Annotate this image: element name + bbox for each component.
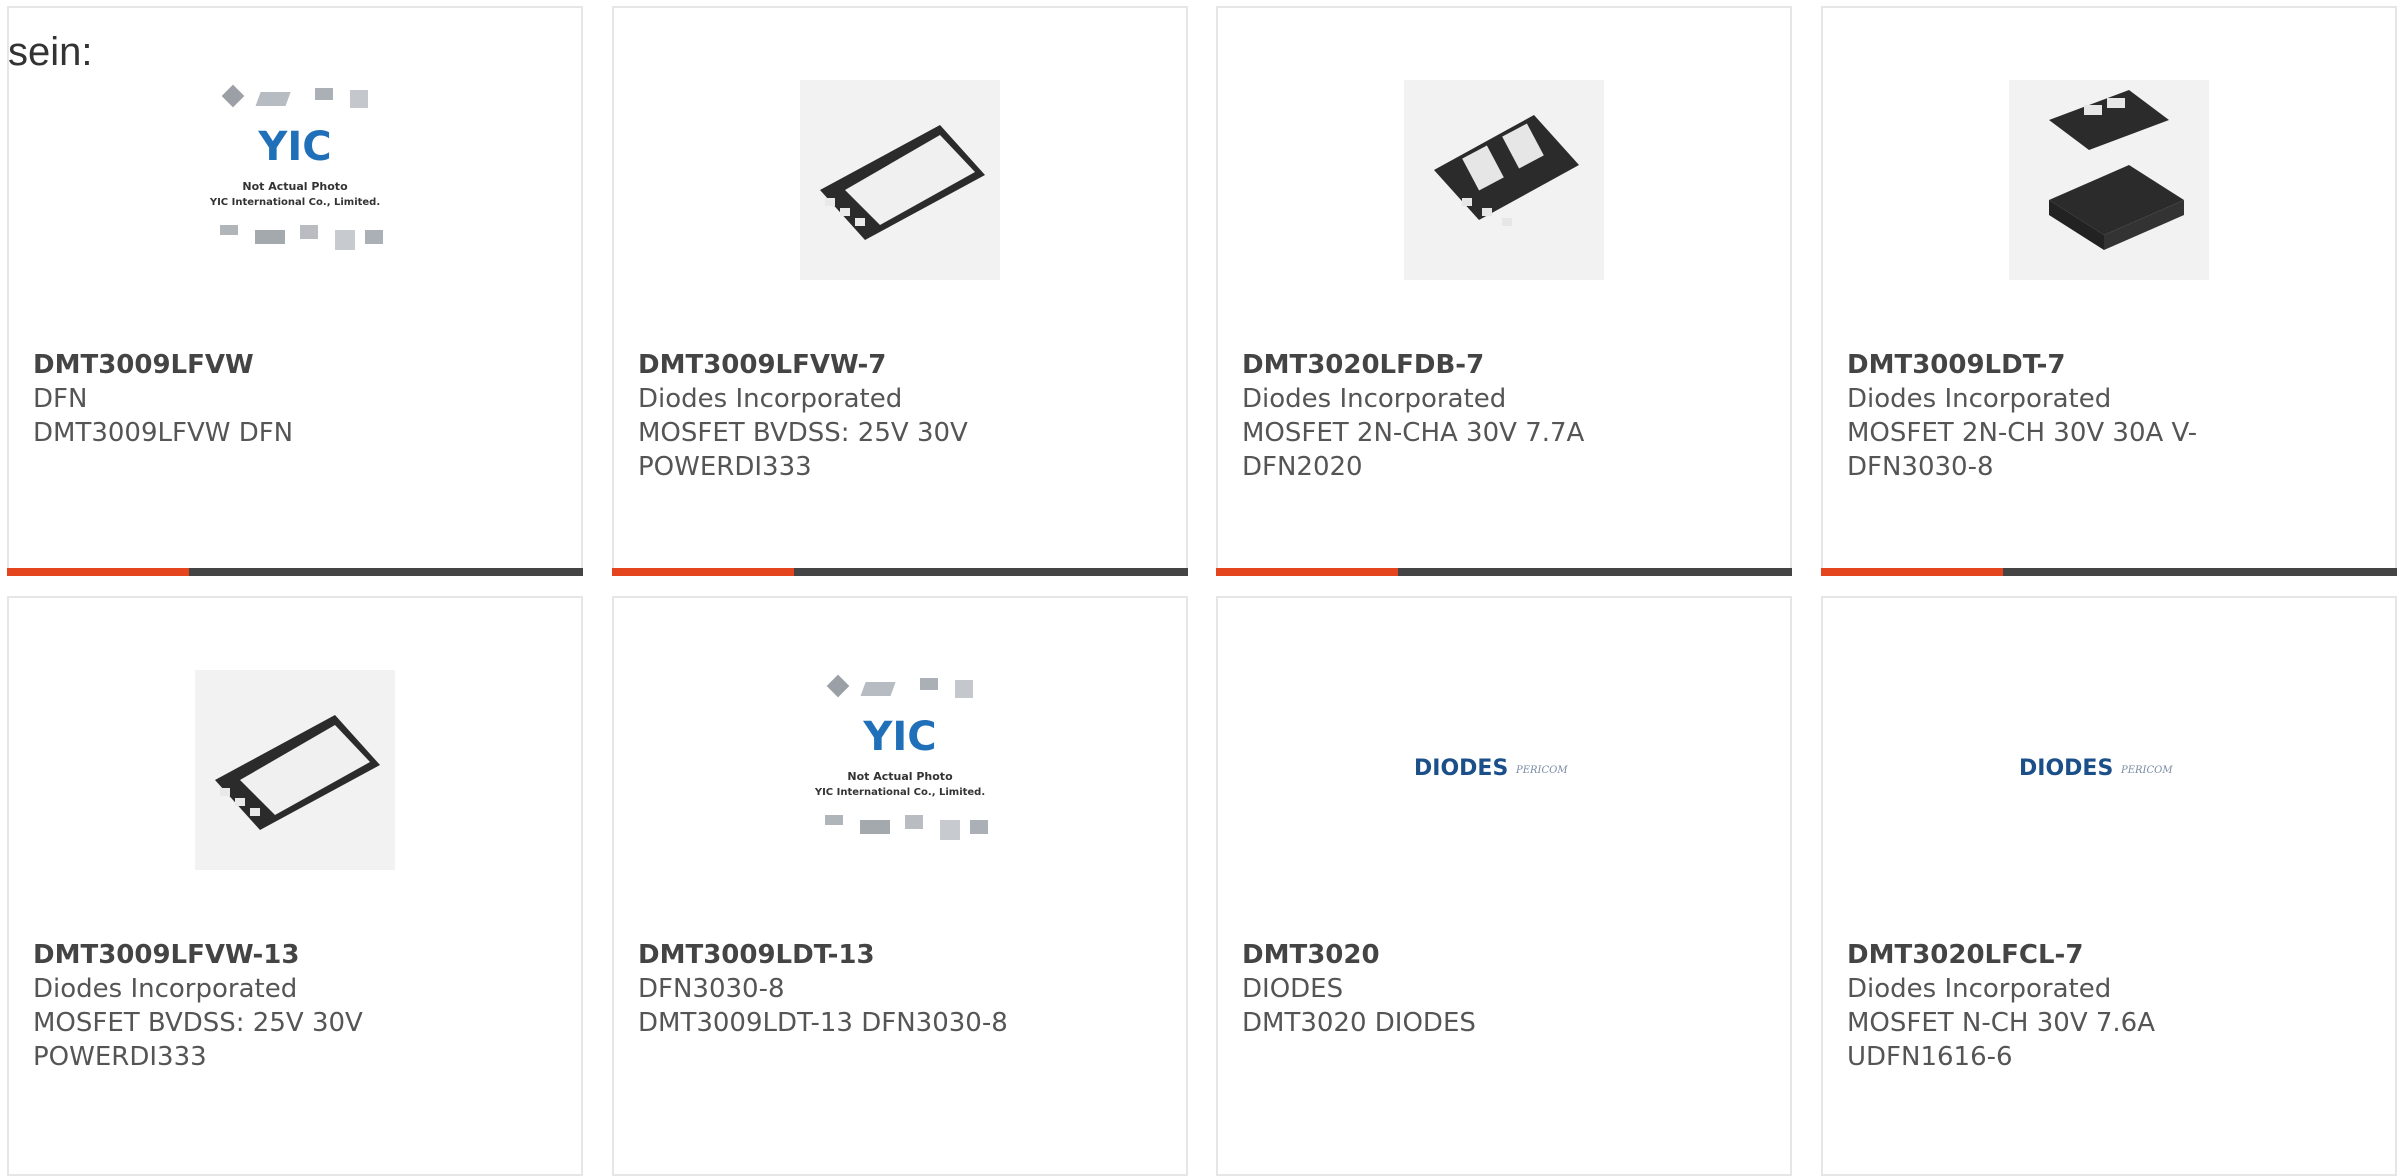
product-card[interactable]: DIODES PERICOM DMT3020 DIODES DMT3020 DI… bbox=[1216, 596, 1792, 1176]
product-card[interactable]: YIC Not Actual Photo YIC International C… bbox=[7, 6, 583, 576]
dual-dfn-package-image bbox=[1434, 115, 1579, 226]
powerdi-package-image bbox=[215, 715, 380, 830]
product-text: DMT3009LFVW DFN DMT3009LFVW DFN bbox=[33, 348, 561, 450]
product-line1: Diodes Incorporated bbox=[1242, 384, 1507, 414]
product-line3: POWERDI333 bbox=[638, 452, 812, 482]
product-title[interactable]: DMT3009LFVW-13 bbox=[33, 938, 561, 972]
yic-placeholder-image: YIC Not Actual Photo YIC International C… bbox=[814, 674, 988, 840]
diodes-pericom-logo: DIODES PERICOM bbox=[2019, 756, 2173, 781]
product-line2: MOSFET 2N-CHA 30V 7.7A bbox=[1242, 418, 1585, 448]
svg-text:PERICOM: PERICOM bbox=[1515, 765, 1568, 776]
product-card[interactable]: DMT3009LFVW-13 Diodes Incorporated MOSFE… bbox=[7, 596, 583, 1176]
yic-placeholder-image: YIC Not Actual Photo YIC International C… bbox=[209, 84, 383, 250]
product-title[interactable]: DMT3009LDT-7 bbox=[1847, 348, 2375, 382]
product-image[interactable] bbox=[1404, 80, 1604, 280]
product-card[interactable]: YIC Not Actual Photo YIC International C… bbox=[612, 596, 1188, 1176]
svg-text:Not Actual Photo: Not Actual Photo bbox=[242, 180, 348, 193]
product-title[interactable]: DMT3020LFCL-7 bbox=[1847, 938, 2375, 972]
product-image[interactable] bbox=[2009, 80, 2209, 280]
powerdi-package-image bbox=[820, 125, 985, 240]
product-text: DMT3009LFVW-13 Diodes Incorporated MOSFE… bbox=[33, 938, 561, 1074]
product-line2: DMT3009LDT-13 DFN3030-8 bbox=[638, 1008, 1008, 1038]
product-line3: DFN2020 bbox=[1242, 452, 1363, 482]
svg-text:PERICOM: PERICOM bbox=[2120, 765, 2173, 776]
product-text: DMT3020LFCL-7 Diodes Incorporated MOSFET… bbox=[1847, 938, 2375, 1074]
product-title[interactable]: DMT3020LFDB-7 bbox=[1242, 348, 1770, 382]
product-text: DMT3020 DIODES DMT3020 DIODES bbox=[1242, 938, 1770, 1040]
product-line2: DMT3009LFVW DFN bbox=[33, 418, 294, 448]
product-card[interactable]: DIODES PERICOM DMT3020LFCL-7 Diodes Inco… bbox=[1821, 596, 2397, 1176]
accent-bar bbox=[612, 568, 794, 576]
product-title[interactable]: DMT3009LFVW-7 bbox=[638, 348, 1166, 382]
product-line3: POWERDI333 bbox=[33, 1042, 207, 1072]
diodes-pericom-logo: DIODES PERICOM bbox=[1414, 756, 1568, 781]
svg-text:DIODES: DIODES bbox=[1414, 756, 1508, 781]
product-image[interactable]: YIC Not Actual Photo YIC International C… bbox=[800, 670, 1000, 870]
card-bottom-bar bbox=[1821, 568, 2397, 576]
product-card[interactable]: DMT3020LFDB-7 Diodes Incorporated MOSFET… bbox=[1216, 6, 1792, 576]
product-title[interactable]: DMT3009LDT-13 bbox=[638, 938, 1166, 972]
product-grid: YIC Not Actual Photo YIC International C… bbox=[0, 0, 2400, 1176]
product-line1: Diodes Incorporated bbox=[33, 974, 298, 1004]
product-image[interactable] bbox=[195, 670, 395, 870]
product-line2: MOSFET N-CH 30V 7.6A bbox=[1847, 1008, 2156, 1038]
product-title[interactable]: DMT3020 bbox=[1242, 938, 1770, 972]
svg-text:DIODES: DIODES bbox=[2019, 756, 2113, 781]
product-line1: DIODES bbox=[1242, 974, 1344, 1004]
svg-text:YIC International Co., Limited: YIC International Co., Limited. bbox=[209, 197, 380, 208]
product-line1: Diodes Incorporated bbox=[1847, 974, 2112, 1004]
svg-text:YIC: YIC bbox=[257, 124, 331, 170]
product-text: DMT3020LFDB-7 Diodes Incorporated MOSFET… bbox=[1242, 348, 1770, 484]
product-card[interactable]: DMT3009LFVW-7 Diodes Incorporated MOSFET… bbox=[612, 6, 1188, 576]
product-line1: Diodes Incorporated bbox=[1847, 384, 2112, 414]
lead-text: sein: bbox=[8, 30, 93, 74]
card-bottom-bar bbox=[1216, 568, 1792, 576]
card-bottom-bar bbox=[612, 568, 1188, 576]
svg-text:YIC International Co., Limited: YIC International Co., Limited. bbox=[814, 787, 985, 798]
product-title[interactable]: DMT3009LFVW bbox=[33, 348, 561, 382]
product-line1: DFN bbox=[33, 384, 88, 414]
accent-bar bbox=[1216, 568, 1398, 576]
product-image[interactable]: YIC Not Actual Photo YIC International C… bbox=[195, 80, 395, 280]
product-image[interactable]: DIODES PERICOM bbox=[2009, 670, 2209, 870]
product-line1: Diodes Incorporated bbox=[638, 384, 903, 414]
accent-bar bbox=[7, 568, 189, 576]
product-text: DMT3009LDT-7 Diodes Incorporated MOSFET … bbox=[1847, 348, 2375, 484]
product-line3: UDFN1616-6 bbox=[1847, 1042, 2013, 1072]
product-line2: MOSFET 2N-CH 30V 30A V- bbox=[1847, 418, 2198, 448]
product-text: DMT3009LFVW-7 Diodes Incorporated MOSFET… bbox=[638, 348, 1166, 484]
product-line2: MOSFET BVDSS: 25V 30V bbox=[638, 418, 968, 448]
svg-text:Not Actual Photo: Not Actual Photo bbox=[847, 770, 953, 783]
product-image[interactable] bbox=[800, 80, 1000, 280]
product-line1: DFN3030-8 bbox=[638, 974, 785, 1004]
product-text: DMT3009LDT-13 DFN3030-8 DMT3009LDT-13 DF… bbox=[638, 938, 1166, 1040]
card-bottom-bar bbox=[7, 568, 583, 576]
svg-text:YIC: YIC bbox=[862, 714, 936, 760]
product-image[interactable]: DIODES PERICOM bbox=[1404, 670, 1604, 870]
dfn3030-package-image bbox=[2049, 90, 2184, 250]
product-line2: DMT3020 DIODES bbox=[1242, 1008, 1476, 1038]
product-card[interactable]: DMT3009LDT-7 Diodes Incorporated MOSFET … bbox=[1821, 6, 2397, 576]
product-line3: DFN3030-8 bbox=[1847, 452, 1994, 482]
product-line2: MOSFET BVDSS: 25V 30V bbox=[33, 1008, 363, 1038]
accent-bar bbox=[1821, 568, 2003, 576]
